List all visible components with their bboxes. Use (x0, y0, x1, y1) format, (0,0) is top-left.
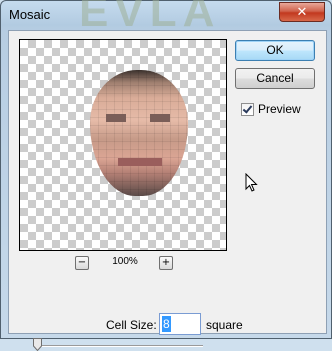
zoom-level: 100% (112, 256, 138, 267)
dialog-title: Mosaic (9, 7, 51, 22)
zoom-controls: − 100% + (75, 256, 175, 270)
zoom-out-icon: − (77, 257, 87, 268)
cell-size-value: 8 (162, 316, 171, 332)
cell-size-unit: square (206, 318, 243, 332)
slider-thumb-icon[interactable] (33, 338, 42, 351)
close-button[interactable]: ✕ (279, 2, 325, 22)
cell-size-label: Cell Size: (106, 318, 157, 332)
checkmark-icon[interactable] (241, 102, 254, 116)
mosaic-face-preview (90, 70, 188, 196)
ok-button[interactable]: OK (235, 40, 315, 61)
zoom-in-button[interactable]: + (159, 256, 173, 270)
preview-canvas[interactable] (19, 39, 227, 251)
close-icon: ✕ (296, 4, 308, 20)
cancel-button[interactable]: Cancel (235, 68, 315, 89)
preview-checkbox[interactable]: Preview (241, 102, 301, 116)
mosaic-dialog: EVLA Mosaic ✕ − 100% + Cell Size: 8 squa… (0, 0, 332, 351)
mouse-cursor-icon (245, 173, 258, 192)
cell-size-input[interactable]: 8 (159, 313, 201, 335)
preview-checkbox-label: Preview (258, 102, 301, 116)
zoom-in-icon: + (161, 257, 171, 268)
zoom-out-button[interactable]: − (75, 256, 89, 270)
cell-size-slider-track[interactable] (37, 345, 203, 347)
